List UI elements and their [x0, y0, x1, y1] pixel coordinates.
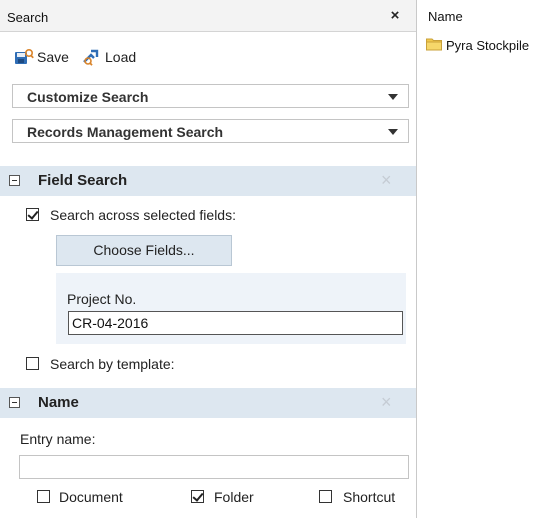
search-by-template-checkbox[interactable] — [26, 357, 39, 370]
field-search-header: Field Search × — [0, 166, 416, 196]
name-column-header[interactable]: Name — [428, 9, 463, 24]
remove-section-icon[interactable]: × — [381, 170, 392, 191]
name-section-header: Name × — [0, 388, 416, 418]
result-item[interactable]: Pyra Stockpile — [426, 36, 529, 54]
save-button[interactable]: Save — [14, 48, 69, 66]
load-button[interactable]: Load — [82, 48, 136, 66]
folder-type-checkbox[interactable] — [191, 490, 204, 503]
search-by-template-label: Search by template: — [50, 356, 175, 372]
search-pane-title: Search — [7, 10, 49, 25]
search-pane-header: Search × — [0, 0, 416, 32]
load-search-icon — [82, 48, 102, 66]
document-type-checkbox[interactable] — [37, 490, 50, 503]
chevron-down-icon — [388, 94, 398, 100]
name-section-title: Name — [38, 394, 79, 411]
customize-search-value: Customize Search — [27, 89, 149, 105]
search-across-fields-label: Search across selected fields: — [50, 207, 236, 223]
load-label: Load — [105, 49, 137, 65]
records-management-value: Records Management Search — [27, 124, 224, 140]
close-icon[interactable]: × — [387, 8, 403, 24]
folder-icon — [426, 37, 442, 54]
project-no-panel: Project No. — [56, 273, 406, 344]
entry-name-label: Entry name: — [20, 431, 96, 447]
remove-section-icon[interactable]: × — [381, 392, 392, 413]
shortcut-type-checkbox[interactable] — [319, 490, 332, 503]
search-across-fields-checkbox[interactable] — [26, 208, 39, 221]
chevron-down-icon — [388, 129, 398, 135]
search-pane: Search × Save Load Customize Search Reco… — [0, 0, 417, 518]
project-no-label: Project No. — [67, 291, 137, 307]
customize-search-dropdown[interactable]: Customize Search — [12, 84, 409, 108]
save-label: Save — [37, 49, 69, 65]
document-type-label: Document — [59, 489, 123, 505]
folder-type-label: Folder — [214, 489, 254, 505]
shortcut-type-label: Shortcut — [343, 489, 396, 505]
results-pane: Name Pyra Stockpile — [418, 0, 553, 518]
collapse-icon[interactable] — [9, 397, 20, 408]
field-search-title: Field Search — [38, 172, 128, 189]
result-item-name: Pyra Stockpile — [446, 37, 530, 53]
records-management-dropdown[interactable]: Records Management Search — [12, 119, 409, 143]
choose-fields-button[interactable]: Choose Fields... — [56, 235, 232, 266]
save-search-icon — [14, 48, 34, 66]
collapse-icon[interactable] — [9, 175, 20, 186]
project-no-input[interactable] — [68, 311, 403, 335]
entry-name-input[interactable] — [19, 455, 409, 479]
